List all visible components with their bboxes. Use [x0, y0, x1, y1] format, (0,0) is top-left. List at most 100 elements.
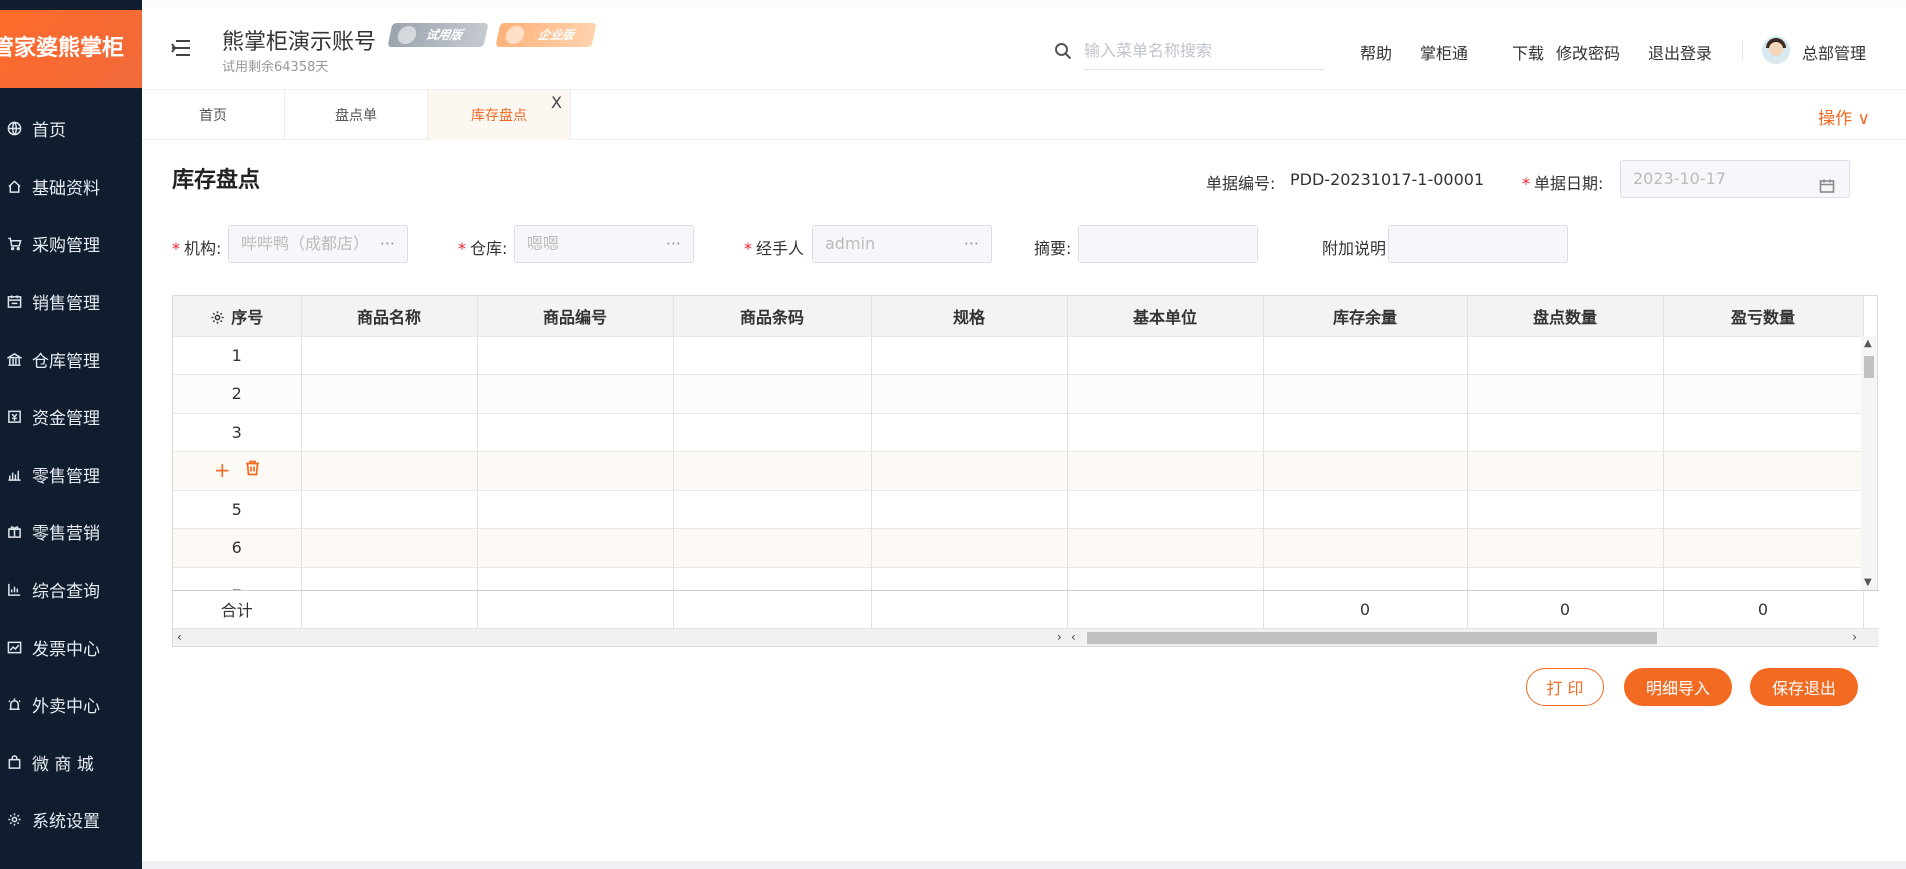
sidebar-item-purchase[interactable]: 采购管理	[0, 215, 142, 273]
scroll-right-icon[interactable]: ›	[1852, 630, 1857, 644]
table-cell[interactable]	[673, 451, 872, 491]
column-header[interactable]: 商品编号	[477, 296, 674, 337]
table-cell[interactable]	[301, 374, 478, 414]
table-cell[interactable]	[871, 336, 1068, 375]
scroll-thumb[interactable]	[1864, 356, 1874, 378]
sidebar-item-warehouse[interactable]: 仓库管理	[0, 330, 142, 388]
note-field[interactable]	[1388, 225, 1568, 263]
table-cell[interactable]	[871, 374, 1068, 414]
search-icon[interactable]	[1054, 42, 1072, 60]
table-cell[interactable]	[1663, 490, 1864, 529]
table-cell[interactable]	[301, 336, 478, 375]
doc-date-field[interactable]: 2023-10-17	[1620, 160, 1850, 198]
table-cell[interactable]	[1467, 451, 1664, 491]
table-cell[interactable]	[1263, 336, 1468, 375]
more-icon[interactable]: ···	[666, 226, 681, 262]
table-cell[interactable]	[477, 336, 674, 375]
sidebar-item-retail[interactable]: 零售管理	[0, 446, 142, 504]
table-cell[interactable]	[673, 413, 872, 452]
table-cell[interactable]	[1067, 528, 1264, 568]
table-cell[interactable]	[1663, 413, 1864, 452]
table-cell[interactable]	[1467, 336, 1664, 375]
gear-icon[interactable]	[210, 308, 231, 327]
table-cell[interactable]	[1263, 490, 1468, 529]
table-cell[interactable]	[1467, 413, 1664, 452]
table-row[interactable]: 1	[173, 336, 1864, 375]
scroll-left-icon[interactable]: ‹	[177, 630, 182, 644]
table-cell[interactable]	[477, 374, 674, 414]
menu-toggle-icon[interactable]	[170, 38, 192, 56]
sidebar-item-home[interactable]: 首页	[0, 100, 142, 158]
table-cell[interactable]	[1067, 490, 1264, 529]
sidebar-item-retail-marketing[interactable]: 零售营销	[0, 503, 142, 561]
table-cell[interactable]	[871, 451, 1068, 491]
table-cell[interactable]	[301, 490, 478, 529]
table-cell[interactable]	[1467, 490, 1664, 529]
close-icon[interactable]: X	[551, 95, 562, 111]
sidebar-item-settings[interactable]: 系统设置	[0, 791, 142, 849]
table-cell[interactable]	[477, 413, 674, 452]
more-icon[interactable]: ···	[380, 226, 395, 262]
import-details-button[interactable]: 明细导入	[1624, 668, 1732, 706]
menu-search-input[interactable]	[1084, 32, 1324, 70]
table-row[interactable]: 3	[173, 413, 1864, 452]
table-cell[interactable]	[1663, 528, 1864, 568]
summary-field[interactable]	[1078, 225, 1258, 263]
scroll-thumb[interactable]	[1087, 632, 1657, 644]
scroll-right-icon[interactable]: ›	[1057, 630, 1062, 644]
print-button[interactable]: 打 印	[1526, 668, 1604, 706]
table-row[interactable]: 6	[173, 528, 1864, 568]
table-cell[interactable]	[301, 413, 478, 452]
add-row-icon[interactable]: +	[214, 460, 231, 480]
help-link[interactable]: 帮助	[1360, 40, 1392, 64]
avatar[interactable]	[1762, 36, 1790, 64]
table-row[interactable]: 5	[173, 490, 1864, 529]
column-header[interactable]: 库存余量	[1263, 296, 1468, 337]
table-cell[interactable]	[1467, 374, 1664, 414]
sidebar-item-basic-data[interactable]: 基础资料	[0, 158, 142, 216]
table-cell[interactable]	[1263, 413, 1468, 452]
sidebar-item-takeout[interactable]: 外卖中心	[0, 676, 142, 734]
change-password-link[interactable]: 修改密码	[1556, 40, 1620, 64]
tab-inventory-count[interactable]: 库存盘点 X	[428, 90, 571, 140]
vertical-scrollbar[interactable]: ▲ ▼	[1861, 336, 1877, 590]
column-header[interactable]: 盈亏数量	[1663, 296, 1864, 337]
table-cell[interactable]	[871, 528, 1068, 568]
table-cell[interactable]	[1263, 451, 1468, 491]
warehouse-field[interactable]: 嗯嗯 ···	[514, 225, 694, 263]
tab-home[interactable]: 首页	[142, 90, 285, 140]
scroll-up-icon[interactable]: ▲	[1864, 338, 1872, 349]
logout-link[interactable]: 退出登录	[1648, 40, 1712, 64]
app-logo[interactable]: 管家婆熊掌柜	[0, 10, 142, 88]
table-cell[interactable]	[673, 374, 872, 414]
table-cell[interactable]	[1067, 451, 1264, 491]
table-cell[interactable]	[477, 451, 674, 491]
trash-icon[interactable]	[245, 460, 260, 480]
table-cell[interactable]	[1067, 336, 1264, 375]
table-cell[interactable]	[1663, 336, 1864, 375]
table-cell[interactable]	[1467, 528, 1664, 568]
column-header[interactable]: 盘点数量	[1467, 296, 1664, 337]
table-cell[interactable]	[1663, 374, 1864, 414]
sidebar-item-invoice[interactable]: 发票中心	[0, 618, 142, 676]
zhanggui-link[interactable]: 掌柜通	[1420, 40, 1468, 64]
tab-stocktake-list[interactable]: 盘点单	[285, 90, 428, 140]
sidebar-item-query[interactable]: 综合查询	[0, 561, 142, 619]
table-row[interactable]: +	[173, 451, 1864, 491]
user-name[interactable]: 总部管理	[1802, 40, 1866, 64]
scroll-left-icon[interactable]: ‹	[1071, 630, 1076, 644]
table-cell[interactable]	[871, 490, 1068, 529]
table-row[interactable]: 2	[173, 374, 1864, 414]
table-cell[interactable]	[1067, 374, 1264, 414]
sidebar-item-mall[interactable]: 微 商 城	[0, 734, 142, 792]
sidebar-item-funds[interactable]: 资金管理	[0, 388, 142, 446]
table-cell[interactable]	[1263, 528, 1468, 568]
scroll-down-icon[interactable]: ▼	[1864, 577, 1872, 588]
table-cell[interactable]	[1263, 374, 1468, 414]
table-cell[interactable]	[673, 336, 872, 375]
table-cell[interactable]	[1067, 413, 1264, 452]
horizontal-scrollbar[interactable]: ‹ › ‹ ›	[173, 628, 1879, 646]
table-cell[interactable]	[301, 528, 478, 568]
column-header[interactable]: 商品条码	[673, 296, 872, 337]
column-header[interactable]: 商品名称	[301, 296, 478, 337]
